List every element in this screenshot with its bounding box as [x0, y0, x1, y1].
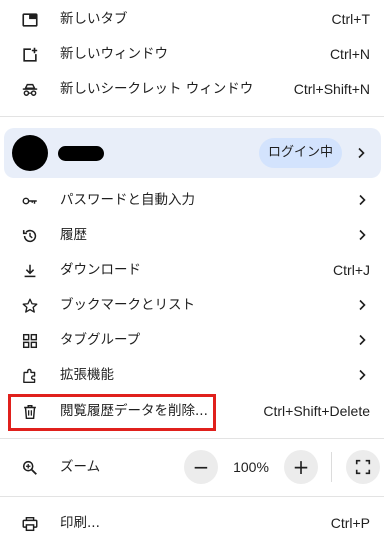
clear-browsing-data-shortcut: Ctrl+Shift+Delete: [263, 403, 370, 419]
fullscreen-icon: [355, 459, 371, 475]
zoom-label: ズーム: [60, 459, 101, 475]
new-incognito-label: 新しいシークレット ウィンドウ: [60, 81, 254, 97]
star-icon: [20, 296, 40, 316]
new-window-icon: [20, 45, 40, 65]
menu-item-downloads[interactable]: ダウンロード Ctrl+J: [0, 253, 384, 288]
plus-icon: +: [292, 455, 310, 479]
menu-item-print[interactable]: 印刷... Ctrl+P: [0, 506, 384, 541]
new-incognito-shortcut: Ctrl+Shift+N: [293, 81, 370, 97]
fullscreen-button[interactable]: [346, 450, 380, 484]
chevron-right-icon: [358, 147, 365, 159]
signed-in-badge: ログイン中: [259, 138, 343, 168]
zoom-in-button[interactable]: +: [284, 450, 318, 484]
divider: [0, 438, 384, 439]
grid-icon: [20, 331, 40, 351]
divider: [0, 496, 384, 497]
profile-name-redacted: [58, 146, 104, 161]
menu-item-extensions[interactable]: 拡張機能: [0, 358, 384, 393]
menu-item-new-window[interactable]: 新しいウィンドウ Ctrl+N: [0, 37, 384, 72]
menu-item-passwords[interactable]: パスワードと自動入力: [0, 183, 384, 218]
menu-item-bookmarks[interactable]: ブックマークとリスト: [0, 288, 384, 323]
download-icon: [20, 261, 40, 281]
puzzle-icon: [20, 366, 40, 386]
menu-item-new-incognito[interactable]: 新しいシークレット ウィンドウ Ctrl+Shift+N: [0, 72, 384, 107]
avatar: [12, 135, 48, 171]
new-tab-icon: [20, 10, 40, 30]
menu-item-tab-groups[interactable]: タブグループ: [0, 323, 384, 358]
new-window-label: 新しいウィンドウ: [60, 46, 168, 62]
print-shortcut: Ctrl+P: [330, 515, 370, 531]
chevron-right-icon: [359, 229, 366, 241]
divider: [0, 116, 384, 117]
tab-groups-label: タブグループ: [60, 332, 141, 348]
zoom-value: 100%: [233, 459, 269, 475]
zoom-icon: [20, 458, 40, 478]
new-tab-label: 新しいタブ: [60, 11, 128, 27]
passwords-label: パスワードと自動入力: [60, 192, 195, 208]
downloads-shortcut: Ctrl+J: [333, 262, 370, 278]
new-window-shortcut: Ctrl+N: [329, 46, 370, 62]
chevron-right-icon: [359, 194, 366, 206]
minus-icon: −: [192, 455, 210, 479]
profile-row[interactable]: ログイン中: [4, 128, 381, 178]
zoom-out-button[interactable]: −: [184, 450, 218, 484]
menu-item-new-tab[interactable]: 新しいタブ Ctrl+T: [0, 2, 384, 37]
red-highlight-box: [8, 394, 216, 431]
print-label: 印刷...: [60, 515, 100, 531]
new-tab-shortcut: Ctrl+T: [331, 11, 371, 27]
history-icon: [20, 226, 40, 246]
history-label: 履歴: [60, 227, 87, 243]
chevron-right-icon: [359, 334, 366, 346]
menu-item-history[interactable]: 履歴: [0, 218, 384, 253]
key-icon: [20, 191, 40, 211]
print-icon: [20, 514, 40, 534]
extensions-label: 拡張機能: [60, 367, 114, 383]
vertical-divider: [331, 452, 332, 482]
downloads-label: ダウンロード: [60, 262, 141, 278]
bookmarks-label: ブックマークとリスト: [60, 297, 195, 313]
chevron-right-icon: [359, 299, 366, 311]
chevron-right-icon: [359, 369, 366, 381]
incognito-icon: [20, 80, 40, 100]
browser-menu: 新しいタブ Ctrl+T 新しいウィンドウ Ctrl+N 新しいシークレット ウ…: [0, 0, 392, 544]
